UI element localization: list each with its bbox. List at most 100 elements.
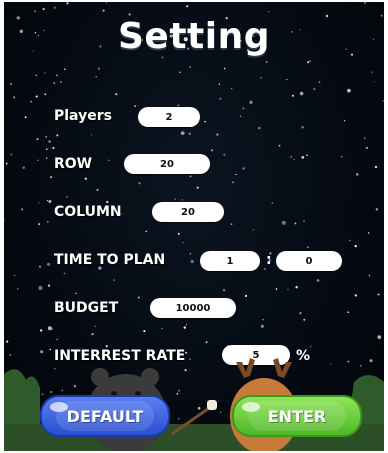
star (287, 288, 289, 291)
star (108, 159, 110, 161)
star (294, 222, 297, 225)
star (347, 360, 350, 363)
star (41, 393, 44, 396)
star (252, 229, 255, 231)
star (24, 116, 27, 119)
star (56, 134, 59, 137)
star (377, 335, 382, 339)
star (54, 368, 56, 370)
star (56, 74, 58, 77)
column-label: COLUMN (54, 204, 122, 220)
star (271, 202, 274, 204)
time-minutes-input[interactable]: 1 (200, 251, 260, 271)
star (367, 232, 370, 234)
star (90, 134, 93, 136)
default-button[interactable]: DEFAULT (40, 395, 170, 437)
star (216, 133, 219, 136)
star (143, 330, 146, 333)
star (348, 239, 351, 242)
star (303, 318, 306, 321)
star (53, 82, 56, 85)
star (45, 135, 48, 138)
star (9, 353, 12, 357)
star (47, 284, 51, 287)
players-label: Players (54, 108, 112, 124)
star (9, 82, 13, 86)
star (177, 232, 180, 235)
star (142, 374, 144, 376)
default-button-gloss (50, 402, 68, 412)
star (223, 153, 226, 156)
star (61, 389, 64, 392)
star (30, 100, 32, 103)
star (364, 2, 366, 4)
star (232, 181, 235, 184)
star (4, 440, 7, 443)
star (258, 126, 261, 130)
star (299, 312, 302, 315)
star (16, 288, 19, 290)
star (371, 384, 374, 387)
star (293, 158, 295, 161)
star (189, 253, 192, 255)
star (306, 154, 308, 156)
star (51, 328, 54, 330)
star (91, 333, 94, 336)
star (38, 285, 43, 291)
star (301, 126, 304, 129)
star (66, 2, 69, 5)
star (275, 288, 278, 290)
star (137, 296, 140, 299)
star (44, 72, 46, 74)
enter-button-label: ENTER (267, 406, 327, 426)
star (113, 279, 115, 281)
star (318, 81, 321, 83)
star (46, 199, 49, 202)
enter-button[interactable]: ENTER (232, 395, 362, 437)
percent-unit: % (296, 348, 311, 364)
star (11, 374, 14, 377)
star (290, 155, 293, 158)
star (145, 230, 147, 233)
star (253, 391, 256, 394)
star (35, 95, 38, 98)
star (115, 93, 118, 96)
starry-sky-background (4, 2, 384, 446)
star (189, 358, 191, 361)
star (40, 350, 44, 354)
budget-label: BUDGET (54, 300, 119, 316)
star (299, 91, 304, 96)
star (260, 324, 264, 328)
star (188, 132, 191, 135)
star (102, 9, 105, 12)
star (60, 81, 62, 83)
players-input[interactable]: 2 (138, 107, 200, 127)
star (382, 99, 384, 102)
star (63, 68, 66, 71)
star (373, 81, 376, 83)
star (95, 76, 97, 78)
star (106, 200, 109, 204)
star (22, 166, 25, 169)
star (46, 221, 49, 223)
star (179, 71, 181, 74)
time-separator: : (266, 252, 272, 268)
time-seconds-input[interactable]: 0 (276, 251, 342, 271)
star (262, 318, 264, 321)
star (182, 241, 184, 244)
star (46, 262, 51, 267)
budget-input[interactable]: 10000 (150, 298, 236, 318)
star (134, 439, 137, 442)
column-input[interactable]: 20 (152, 202, 224, 222)
star (33, 416, 36, 420)
row-input[interactable]: 20 (124, 154, 210, 174)
star (286, 78, 288, 81)
star (6, 340, 9, 343)
star (360, 365, 362, 367)
star (37, 159, 39, 161)
star (301, 155, 305, 159)
star (242, 167, 245, 170)
star (190, 259, 194, 264)
star (66, 196, 68, 198)
interest-rate-input[interactable]: 5 (222, 345, 290, 365)
